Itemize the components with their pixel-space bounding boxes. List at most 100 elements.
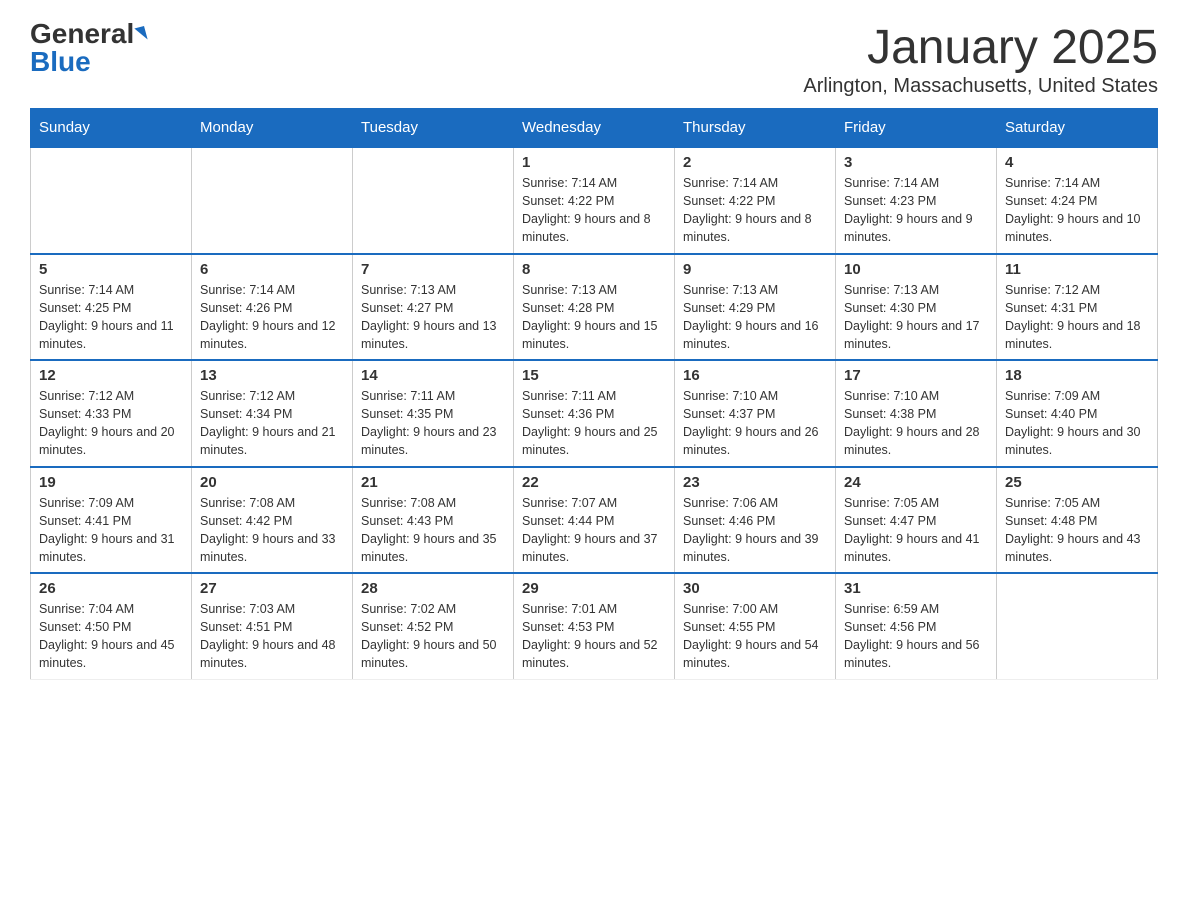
day-number: 17 [844, 367, 988, 384]
day-number: 18 [1005, 367, 1149, 384]
column-header-sunday: Sunday [31, 109, 192, 148]
column-header-friday: Friday [836, 109, 997, 148]
calendar-cell: 16 Sunrise: 7:10 AM Sunset: 4:37 PM Dayli… [675, 360, 836, 467]
day-number: 22 [522, 474, 666, 491]
page-header: General Blue January 2025 Arlington, Mas… [30, 20, 1158, 98]
day-number: 4 [1005, 154, 1149, 171]
day-number: 7 [361, 261, 505, 278]
day-info: Sunrise: 7:10 AM Sunset: 4:37 PM Dayligh… [683, 387, 827, 460]
calendar-cell [31, 147, 192, 254]
calendar-cell: 20 Sunrise: 7:08 AM Sunset: 4:42 PM Dayli… [192, 467, 353, 574]
day-info: Sunrise: 6:59 AM Sunset: 4:56 PM Dayligh… [844, 600, 988, 673]
day-number: 19 [39, 474, 183, 491]
day-number: 5 [39, 261, 183, 278]
day-info: Sunrise: 7:09 AM Sunset: 4:40 PM Dayligh… [1005, 387, 1149, 460]
week-row-4: 19 Sunrise: 7:09 AM Sunset: 4:41 PM Dayli… [31, 467, 1158, 574]
day-info: Sunrise: 7:14 AM Sunset: 4:24 PM Dayligh… [1005, 174, 1149, 247]
day-info: Sunrise: 7:03 AM Sunset: 4:51 PM Dayligh… [200, 600, 344, 673]
day-info: Sunrise: 7:14 AM Sunset: 4:22 PM Dayligh… [522, 174, 666, 247]
calendar-cell: 11Sunrise: 7:12 AM Sunset: 4:31 PM Dayli… [997, 254, 1158, 361]
week-row-3: 12Sunrise: 7:12 AM Sunset: 4:33 PM Dayli… [31, 360, 1158, 467]
logo: General Blue [30, 20, 146, 76]
day-info: Sunrise: 7:13 AM Sunset: 4:27 PM Dayligh… [361, 281, 505, 354]
calendar-cell: 26Sunrise: 7:04 AM Sunset: 4:50 PM Dayli… [31, 573, 192, 679]
calendar-cell: 12Sunrise: 7:12 AM Sunset: 4:33 PM Dayli… [31, 360, 192, 467]
day-info: Sunrise: 7:09 AM Sunset: 4:41 PM Dayligh… [39, 494, 183, 567]
day-number: 9 [683, 261, 827, 278]
calendar-cell: 6 Sunrise: 7:14 AM Sunset: 4:26 PM Daylig… [192, 254, 353, 361]
week-row-5: 26Sunrise: 7:04 AM Sunset: 4:50 PM Dayli… [31, 573, 1158, 679]
day-info: Sunrise: 7:05 AM Sunset: 4:48 PM Dayligh… [1005, 494, 1149, 567]
day-number: 27 [200, 580, 344, 597]
calendar-cell: 9 Sunrise: 7:13 AM Sunset: 4:29 PM Daylig… [675, 254, 836, 361]
day-info: Sunrise: 7:12 AM Sunset: 4:34 PM Dayligh… [200, 387, 344, 460]
calendar-header-row: SundayMondayTuesdayWednesdayThursdayFrid… [31, 109, 1158, 148]
day-info: Sunrise: 7:08 AM Sunset: 4:42 PM Dayligh… [200, 494, 344, 567]
day-number: 16 [683, 367, 827, 384]
calendar-cell: 22Sunrise: 7:07 AM Sunset: 4:44 PM Dayli… [514, 467, 675, 574]
calendar-cell: 7 Sunrise: 7:13 AM Sunset: 4:27 PM Daylig… [353, 254, 514, 361]
day-number: 12 [39, 367, 183, 384]
day-number: 2 [683, 154, 827, 171]
day-number: 28 [361, 580, 505, 597]
day-number: 24 [844, 474, 988, 491]
day-number: 10 [844, 261, 988, 278]
day-info: Sunrise: 7:13 AM Sunset: 4:29 PM Dayligh… [683, 281, 827, 354]
day-number: 23 [683, 474, 827, 491]
title-area: January 2025 Arlington, Massachusetts, U… [803, 20, 1158, 98]
logo-blue-text: Blue [30, 48, 91, 76]
calendar-cell: 2 Sunrise: 7:14 AM Sunset: 4:22 PM Daylig… [675, 147, 836, 254]
day-info: Sunrise: 7:14 AM Sunset: 4:25 PM Dayligh… [39, 281, 183, 354]
calendar-cell: 23 Sunrise: 7:06 AM Sunset: 4:46 PM Dayli… [675, 467, 836, 574]
calendar-cell [353, 147, 514, 254]
calendar-cell [192, 147, 353, 254]
day-info: Sunrise: 7:00 AM Sunset: 4:55 PM Dayligh… [683, 600, 827, 673]
calendar-cell: 30 Sunrise: 7:00 AM Sunset: 4:55 PM Dayli… [675, 573, 836, 679]
day-info: Sunrise: 7:11 AM Sunset: 4:36 PM Dayligh… [522, 387, 666, 460]
day-number: 13 [200, 367, 344, 384]
column-header-tuesday: Tuesday [353, 109, 514, 148]
calendar-cell: 15 Sunrise: 7:11 AM Sunset: 4:36 PM Dayli… [514, 360, 675, 467]
calendar-cell: 27 Sunrise: 7:03 AM Sunset: 4:51 PM Dayli… [192, 573, 353, 679]
calendar-cell: 10 Sunrise: 7:13 AM Sunset: 4:30 PM Dayli… [836, 254, 997, 361]
calendar-cell: 29 Sunrise: 7:01 AM Sunset: 4:53 PM Dayli… [514, 573, 675, 679]
day-number: 15 [522, 367, 666, 384]
column-header-monday: Monday [192, 109, 353, 148]
calendar-cell: 19 Sunrise: 7:09 AM Sunset: 4:41 PM Dayli… [31, 467, 192, 574]
logo-general-text: General [30, 20, 134, 48]
calendar-cell: 18 Sunrise: 7:09 AM Sunset: 4:40 PM Dayli… [997, 360, 1158, 467]
column-header-wednesday: Wednesday [514, 109, 675, 148]
day-info: Sunrise: 7:04 AM Sunset: 4:50 PM Dayligh… [39, 600, 183, 673]
day-number: 20 [200, 474, 344, 491]
day-info: Sunrise: 7:05 AM Sunset: 4:47 PM Dayligh… [844, 494, 988, 567]
calendar-cell: 4 Sunrise: 7:14 AM Sunset: 4:24 PM Daylig… [997, 147, 1158, 254]
day-info: Sunrise: 7:14 AM Sunset: 4:22 PM Dayligh… [683, 174, 827, 247]
day-info: Sunrise: 7:12 AM Sunset: 4:31 PM Dayligh… [1005, 281, 1149, 354]
day-number: 25 [1005, 474, 1149, 491]
day-number: 3 [844, 154, 988, 171]
calendar-table: SundayMondayTuesdayWednesdayThursdayFrid… [30, 108, 1158, 680]
day-info: Sunrise: 7:01 AM Sunset: 4:53 PM Dayligh… [522, 600, 666, 673]
calendar-cell: 31Sunrise: 6:59 AM Sunset: 4:56 PM Dayli… [836, 573, 997, 679]
calendar-cell: 14Sunrise: 7:11 AM Sunset: 4:35 PM Dayli… [353, 360, 514, 467]
day-number: 29 [522, 580, 666, 597]
day-info: Sunrise: 7:14 AM Sunset: 4:23 PM Dayligh… [844, 174, 988, 247]
week-row-1: 1 Sunrise: 7:14 AM Sunset: 4:22 PM Daylig… [31, 147, 1158, 254]
day-info: Sunrise: 7:13 AM Sunset: 4:30 PM Dayligh… [844, 281, 988, 354]
calendar-cell: 24 Sunrise: 7:05 AM Sunset: 4:47 PM Dayli… [836, 467, 997, 574]
day-info: Sunrise: 7:06 AM Sunset: 4:46 PM Dayligh… [683, 494, 827, 567]
month-title: January 2025 [803, 20, 1158, 75]
day-number: 1 [522, 154, 666, 171]
day-info: Sunrise: 7:10 AM Sunset: 4:38 PM Dayligh… [844, 387, 988, 460]
calendar-cell: 21Sunrise: 7:08 AM Sunset: 4:43 PM Dayli… [353, 467, 514, 574]
day-number: 30 [683, 580, 827, 597]
week-row-2: 5 Sunrise: 7:14 AM Sunset: 4:25 PM Daylig… [31, 254, 1158, 361]
calendar-cell: 1 Sunrise: 7:14 AM Sunset: 4:22 PM Daylig… [514, 147, 675, 254]
day-info: Sunrise: 7:14 AM Sunset: 4:26 PM Dayligh… [200, 281, 344, 354]
column-header-thursday: Thursday [675, 109, 836, 148]
day-number: 14 [361, 367, 505, 384]
day-number: 6 [200, 261, 344, 278]
day-number: 21 [361, 474, 505, 491]
calendar-cell: 5 Sunrise: 7:14 AM Sunset: 4:25 PM Daylig… [31, 254, 192, 361]
calendar-cell: 17 Sunrise: 7:10 AM Sunset: 4:38 PM Dayli… [836, 360, 997, 467]
